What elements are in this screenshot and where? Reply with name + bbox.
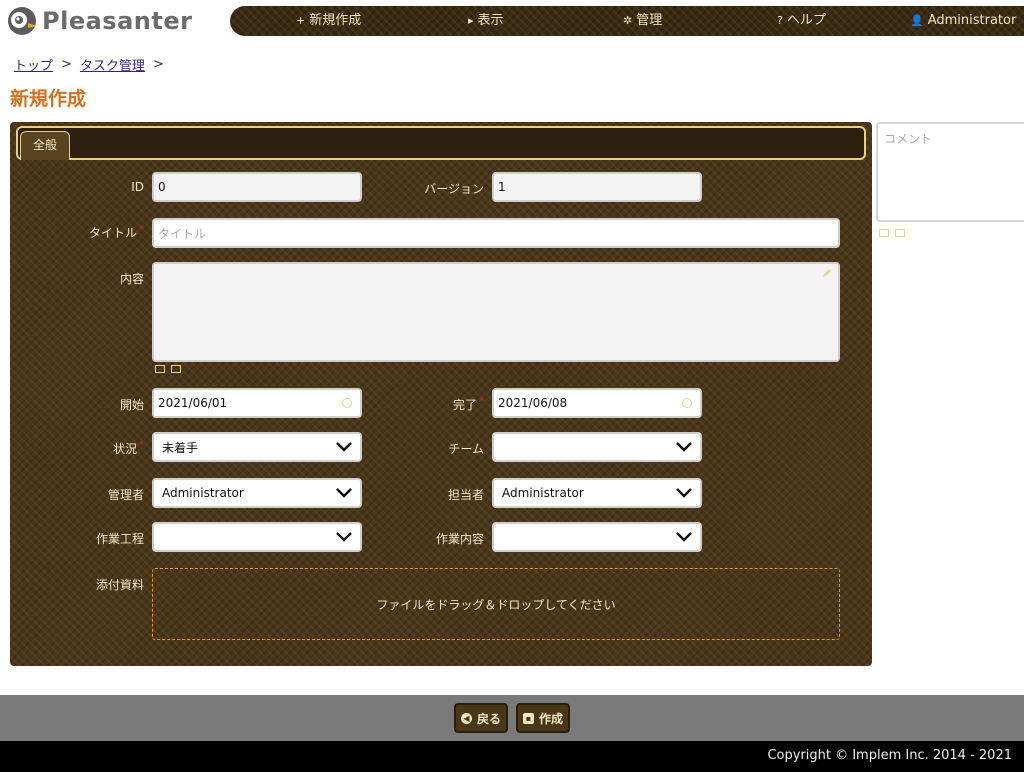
breadcrumb-separator: > <box>152 57 164 72</box>
body-textarea[interactable] <box>152 262 840 362</box>
back-button[interactable]: ◀ 戻る <box>454 703 508 733</box>
version-field: 1 <box>492 172 702 202</box>
back-button-label: 戻る <box>476 711 501 726</box>
manager-label: 管理者 <box>107 488 144 502</box>
title-label: タイトル * <box>89 224 144 241</box>
nav-help[interactable]: ? ヘルプ <box>777 6 826 36</box>
team-label: チーム <box>448 442 484 456</box>
clock-icon[interactable] <box>342 398 352 408</box>
manager-value: Administrator <box>162 486 244 500</box>
chevron-down-icon <box>676 442 692 452</box>
id-field: 0 <box>152 172 362 202</box>
back-arrow-icon: ◀ <box>460 712 472 724</box>
tab-general[interactable]: 全般 <box>20 131 70 160</box>
caret-right-icon: ▸ <box>468 14 474 27</box>
pencil-icon[interactable] <box>822 268 832 278</box>
nav-new-label: 新規作成 <box>309 13 362 28</box>
owner-value: Administrator <box>502 486 584 500</box>
table-icon[interactable] <box>171 365 181 373</box>
version-value: 1 <box>498 180 506 194</box>
complete-date-input[interactable]: 2021/06/08 <box>492 388 702 418</box>
image-icon[interactable] <box>155 365 165 373</box>
breadcrumb-task-management[interactable]: タスク管理 <box>80 55 145 74</box>
title-input[interactable]: タイトル <box>152 218 840 248</box>
table-icon[interactable] <box>895 229 905 237</box>
manager-select[interactable]: Administrator <box>152 478 362 508</box>
id-label: ID <box>131 180 144 194</box>
tab-bar: 全般 <box>16 126 866 160</box>
comment-placeholder: コメント <box>884 132 933 146</box>
work-select[interactable] <box>492 522 702 552</box>
complete-date-value: 2021/06/08 <box>498 396 568 410</box>
process-label: 作業工程 <box>95 532 144 546</box>
owner-select[interactable]: Administrator <box>492 478 702 508</box>
save-icon: ▪ <box>522 712 534 724</box>
status-label-text: 状況 <box>112 442 137 456</box>
breadcrumb: トップ > タスク管理 > <box>14 55 164 74</box>
start-date-value: 2021/06/01 <box>158 396 228 410</box>
body-tools <box>155 365 181 373</box>
nav-manage-label: 管理 <box>636 13 663 28</box>
comment-textarea[interactable]: コメント <box>876 122 1024 222</box>
start-date-input[interactable]: 2021/06/01 <box>152 388 362 418</box>
copyright: Copyright © Implem Inc. 2014 - 2021 <box>0 741 1024 772</box>
nav-new[interactable]: + 新規作成 <box>296 6 361 36</box>
page-title: 新規作成 <box>10 88 87 110</box>
nav-view-label: 表示 <box>477 13 504 28</box>
team-select[interactable] <box>492 432 702 462</box>
chevron-down-icon <box>676 532 692 542</box>
required-mark: * <box>139 440 144 451</box>
version-label: バージョン <box>424 182 484 196</box>
nav-view[interactable]: ▸ 表示 <box>468 6 504 36</box>
nav-manage[interactable]: ✲ 管理 <box>623 6 662 36</box>
editor-panel: 全般 ID 0 バージョン 1 タイトル* タイトル 内容 開始 2021/0 <box>10 122 872 666</box>
required-mark: * <box>139 224 144 235</box>
process-select[interactable] <box>152 522 362 552</box>
chevron-down-icon <box>676 488 692 498</box>
top-navbar: + 新規作成 ▸ 表示 ✲ 管理 ? ヘルプ 👤 Administrator <box>230 6 1024 36</box>
attachments-label: 添付資料 <box>95 578 144 592</box>
create-button[interactable]: ▪ 作成 <box>516 703 570 733</box>
clock-icon[interactable] <box>682 398 692 408</box>
nav-help-label: ヘルプ <box>786 13 826 28</box>
dropzone-text: ファイルをドラッグ＆ドロップしてください <box>376 597 616 612</box>
status-select[interactable]: 未着手 <box>152 432 362 462</box>
action-bar: ◀ 戻る ▪ 作成 <box>0 695 1024 741</box>
attachments-dropzone[interactable]: ファイルをドラッグ＆ドロップしてください <box>152 568 840 640</box>
complete-label: 完了 * <box>453 396 484 413</box>
owner-label: 担当者 <box>447 488 484 502</box>
start-label: 開始 <box>119 398 144 412</box>
help-icon: ? <box>777 14 783 27</box>
nav-user-label: Administrator <box>927 13 1017 28</box>
body-label: 内容 <box>119 272 144 286</box>
user-icon: 👤 <box>910 14 924 27</box>
logo[interactable]: Pleasanter <box>6 5 192 37</box>
pleasanter-logo-icon <box>6 5 38 37</box>
title-label-text: タイトル <box>88 226 137 240</box>
gear-icon: ✲ <box>623 14 633 27</box>
logo-text: Pleasanter <box>42 7 193 35</box>
chevron-down-icon <box>336 488 352 498</box>
status-label: 状況 * <box>113 440 144 457</box>
create-button-label: 作成 <box>538 711 563 726</box>
image-icon[interactable] <box>879 229 889 237</box>
required-mark: * <box>479 396 484 407</box>
plus-icon: + <box>296 14 306 27</box>
complete-label-text: 完了 <box>452 398 477 412</box>
breadcrumb-separator: > <box>61 57 72 72</box>
nav-user[interactable]: 👤 Administrator <box>910 6 1016 36</box>
id-value: 0 <box>158 180 166 194</box>
work-label: 作業内容 <box>435 532 484 546</box>
title-placeholder: タイトル <box>158 226 207 241</box>
chevron-down-icon <box>336 532 352 542</box>
breadcrumb-top[interactable]: トップ <box>14 55 53 74</box>
comment-tools <box>879 229 905 237</box>
status-value: 未着手 <box>162 440 199 455</box>
chevron-down-icon <box>336 442 352 452</box>
